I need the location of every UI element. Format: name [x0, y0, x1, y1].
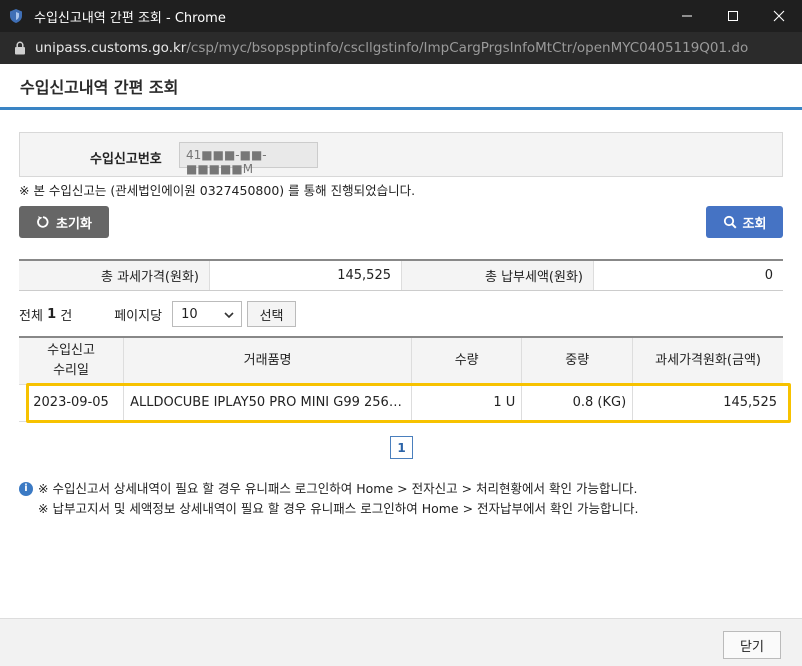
- cell-taxable-amount: 145,525: [632, 383, 783, 422]
- total-taxable-label: 총 과세가격(원화): [19, 261, 210, 290]
- close-window-button[interactable]: [756, 0, 802, 32]
- maximize-button[interactable]: [710, 0, 756, 32]
- select-button[interactable]: 선택: [247, 301, 297, 327]
- declaration-number-label: 수입신고번호: [90, 152, 162, 167]
- address-bar[interactable]: unipass.customs.go.kr/csp/myc/bsopspptin…: [0, 32, 802, 64]
- listing-controls: 전체 1 건 페이지당 10 선택: [19, 300, 297, 328]
- perpage-label: 페이지당: [114, 308, 163, 324]
- tax-summary: 총 과세가격(원화) 145,525 총 납부세액(원화) 0: [19, 259, 783, 291]
- close-button[interactable]: 닫기: [723, 631, 781, 659]
- info-line-1: i ※ 수입신고서 상세내역이 필요 할 경우 유니패스 로그인하여 Home …: [19, 479, 638, 499]
- declaration-table: 수입신고 수리일 거래품명 수량 중량 과세가격원화(금액) 2023-09-0…: [19, 336, 783, 422]
- reset-button-label: 초기화: [56, 216, 92, 232]
- header-acceptance-date[interactable]: 수입신고 수리일: [19, 337, 125, 385]
- info-line-2: ※ 납부고지서 및 세액정보 상세내역이 필요 할 경우 유니패스 로그인하여 …: [19, 499, 638, 519]
- minimize-icon: [682, 15, 692, 17]
- total-count: 1: [47, 306, 57, 322]
- total-taxable-value: 145,525: [210, 261, 402, 290]
- url-path: /csp/myc/bsopspptinfo/cscllgstinfo/ImpCa…: [186, 40, 749, 56]
- info-line-1-text: ※ 수입신고서 상세내역이 필요 할 경우 유니패스 로그인하여 Home > …: [38, 481, 638, 496]
- minimize-button[interactable]: [664, 0, 710, 32]
- info-icon: i: [19, 482, 33, 496]
- refresh-icon: [37, 216, 49, 228]
- table-row[interactable]: 2023-09-05 ALLDOCUBE IPLAY50 PRO MINI G9…: [19, 383, 783, 422]
- search-button-label: 조회: [742, 216, 767, 232]
- perpage-value: 10: [181, 306, 198, 322]
- info-notes: i ※ 수입신고서 상세내역이 필요 할 경우 유니패스 로그인하여 Home …: [19, 479, 638, 519]
- maximize-icon: [728, 11, 738, 21]
- shield-icon: [10, 9, 22, 23]
- page-header: 수입신고내역 간편 조회: [0, 64, 802, 110]
- pagination-page-1[interactable]: 1: [390, 436, 413, 459]
- window-titlebar: 수입신고내역 간편 조회 - Chrome: [0, 0, 802, 32]
- cell-weight: 0.8 (KG): [521, 383, 634, 422]
- header-quantity[interactable]: 수량: [411, 337, 523, 385]
- perpage-select[interactable]: 10: [172, 301, 243, 327]
- url-domain: unipass.customs.go.kr: [35, 40, 187, 56]
- item-name-text: ALLDOCUBE IPLAY50 PRO MINI G99 256G...: [130, 395, 406, 410]
- total-prefix: 전체: [19, 308, 43, 324]
- header-weight[interactable]: 중량: [521, 337, 634, 385]
- table-header-row: 수입신고 수리일 거래품명 수량 중량 과세가격원화(금액): [19, 337, 783, 385]
- url-text: unipass.customs.go.kr/csp/myc/bsopspptin…: [35, 40, 748, 56]
- footer-bar: 닫기: [0, 618, 802, 666]
- search-button[interactable]: 조회: [706, 206, 783, 238]
- window-title: 수입신고내역 간편 조회 - Chrome: [34, 10, 226, 26]
- close-icon: [773, 10, 785, 22]
- chevron-down-icon: [224, 312, 234, 319]
- header-item-name[interactable]: 거래품명: [123, 337, 413, 385]
- header-taxable-amount[interactable]: 과세가격원화(금액): [632, 337, 783, 385]
- reset-button[interactable]: 초기화: [19, 206, 109, 238]
- total-suffix: 건: [60, 308, 73, 324]
- search-icon: [723, 215, 737, 229]
- total-tax-label: 총 납부세액(원화): [402, 261, 594, 290]
- cell-item-name: ALLDOCUBE IPLAY50 PRO MINI G99 256G...: [123, 383, 413, 422]
- declaration-number-input[interactable]: 41■■■-■■-■■■■■M: [179, 142, 318, 176]
- header-acceptance-date-text: 수입신고 수리일: [47, 342, 95, 378]
- broker-notice: ※ 본 수입신고는 (관세법인에이원 0327450800) 를 통해 진행되었…: [19, 183, 416, 198]
- cell-acceptance-date: 2023-09-05: [19, 383, 125, 422]
- cell-quantity: 1 U: [411, 383, 523, 422]
- info-line-2-text: ※ 납부고지서 및 세액정보 상세내역이 필요 할 경우 유니패스 로그인하여 …: [38, 501, 639, 516]
- lock-icon: [15, 41, 25, 55]
- total-tax-value: 0: [764, 268, 773, 283]
- search-form: 수입신고번호 41■■■-■■-■■■■■M: [19, 132, 783, 177]
- page-title: 수입신고내역 간편 조회: [20, 77, 179, 97]
